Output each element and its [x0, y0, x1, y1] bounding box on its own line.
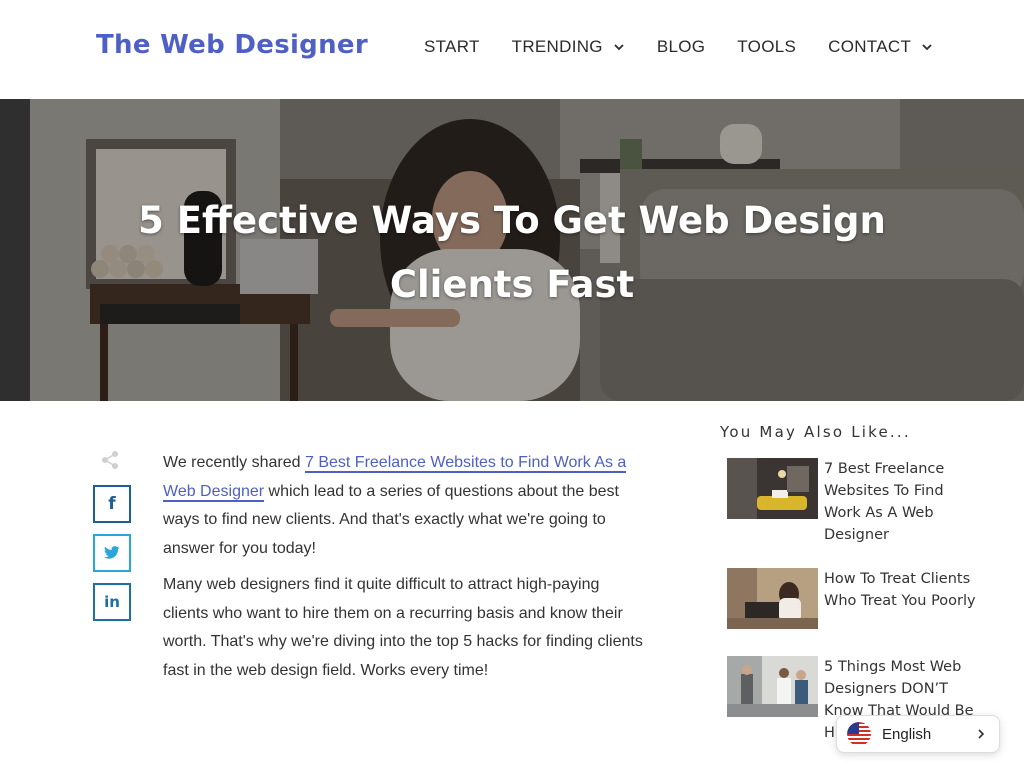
- share-linkedin-button[interactable]: in: [93, 583, 131, 621]
- facebook-icon: f: [108, 494, 116, 514]
- nav-item-blog[interactable]: BLOG: [657, 37, 705, 57]
- article-body: We recently shared 7 Best Freelance Webs…: [163, 449, 648, 693]
- nav-item-tools[interactable]: TOOLS: [737, 37, 796, 57]
- nav-item-contact[interactable]: CONTACT: [828, 37, 933, 57]
- nav-item-label: CONTACT: [828, 37, 912, 56]
- nav-item-label: START: [424, 37, 480, 56]
- related-post-thumbnail: [727, 458, 818, 519]
- related-post-thumbnail: [727, 656, 818, 717]
- page-title-line: Clients Fast: [389, 263, 635, 306]
- language-label: English: [882, 725, 932, 743]
- twitter-icon: [104, 546, 120, 559]
- related-post[interactable]: 7 Best Freelance Websites To Find Work A…: [727, 458, 997, 546]
- chevron-down-icon: [614, 44, 624, 51]
- us-flag-icon: [847, 722, 871, 746]
- chevron-right-icon: [978, 729, 985, 739]
- chevron-down-icon: [922, 44, 932, 51]
- nav-item-label: BLOG: [656, 37, 706, 56]
- site-logo[interactable]: The Web Designer: [96, 30, 368, 60]
- page-title-line: 5 Effective Ways To Get Web Design: [138, 199, 886, 242]
- page-title: 5 Effective Ways To Get Web Design Clien…: [112, 189, 912, 317]
- share-icon[interactable]: [100, 450, 120, 470]
- main-nav: START TRENDING BLOG TOOLS CONTACT: [424, 37, 933, 57]
- related-post-title: How To Treat Clients Who Treat You Poorl…: [824, 571, 976, 609]
- related-post-thumbnail: [727, 568, 818, 629]
- language-selector[interactable]: English: [836, 715, 1000, 753]
- share-facebook-button[interactable]: f: [93, 485, 131, 523]
- hero-banner: 5 Effective Ways To Get Web Design Clien…: [0, 99, 1024, 401]
- share-twitter-button[interactable]: [93, 534, 131, 572]
- related-post[interactable]: How To Treat Clients Who Treat You Poorl…: [727, 568, 997, 629]
- nav-item-label: TOOLS: [737, 37, 797, 56]
- article-paragraph: Many web designers find it quite difficu…: [163, 576, 643, 679]
- related-post-title: 7 Best Freelance Websites To Find Work A…: [824, 461, 945, 543]
- linkedin-icon: in: [104, 593, 120, 611]
- article-paragraph: We recently shared 7 Best Freelance Webs…: [163, 449, 648, 563]
- nav-item-trending[interactable]: TRENDING: [512, 37, 625, 57]
- sidebar-title: You May Also Like...: [720, 423, 911, 441]
- article-text: We recently shared: [163, 454, 305, 471]
- nav-item-start[interactable]: START: [424, 37, 480, 57]
- nav-item-label: TRENDING: [511, 37, 603, 56]
- site-header: The Web Designer START TRENDING BLOG TOO…: [0, 0, 1024, 99]
